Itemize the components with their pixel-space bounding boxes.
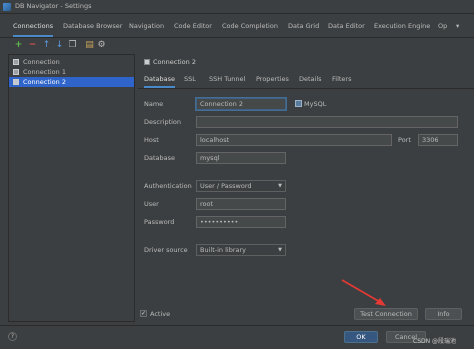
connection-icon <box>13 59 19 65</box>
user-field[interactable]: root <box>196 198 286 210</box>
list-item-connection[interactable]: Connection <box>9 57 134 67</box>
host-label: Host <box>144 136 159 144</box>
active-checkbox[interactable]: ✓ <box>140 310 147 317</box>
authentication-select[interactable]: User / Password ▼ <box>196 180 286 192</box>
database-type-label: MySQL <box>304 100 327 108</box>
settings-icon[interactable]: ⚙ <box>97 41 106 50</box>
tab-data-grid[interactable]: Data Grid <box>288 16 319 37</box>
list-item-connection-2[interactable]: Connection 2 <box>9 77 134 87</box>
connection-icon <box>144 59 150 65</box>
database-field[interactable]: mysql <box>196 152 286 164</box>
host-field[interactable]: localhost <box>196 134 392 146</box>
port-label: Port <box>398 136 411 144</box>
copy-icon[interactable]: ❐ <box>68 41 77 50</box>
description-field[interactable] <box>196 116 458 128</box>
title-bar: DB Navigator - Settings <box>0 0 474 14</box>
tab-code-completion[interactable]: Code Completion <box>222 16 278 37</box>
move-up-icon[interactable]: ↑ <box>42 41 51 50</box>
connection-title: Connection 2 <box>153 58 196 66</box>
database-label: Database <box>144 154 176 162</box>
connection-subtabs: Database SSL SSH Tunnel Properties Detai… <box>138 71 474 89</box>
watermark: CSDN @段瑞池 <box>413 338 457 345</box>
footer-divider <box>0 325 474 326</box>
chevron-down-icon: ▼ <box>278 183 282 189</box>
tab-database[interactable]: Database <box>144 71 176 88</box>
tab-ssl[interactable]: SSL <box>184 71 196 88</box>
settings-tabs: Connections Database Browser Navigation … <box>0 16 474 38</box>
description-label: Description <box>144 118 182 126</box>
active-label: Active <box>150 310 171 318</box>
tab-navigation[interactable]: Navigation <box>129 16 164 37</box>
tab-data-editor[interactable]: Data Editor <box>328 16 365 37</box>
help-icon[interactable]: ? <box>8 332 17 341</box>
tab-properties[interactable]: Properties <box>256 71 289 88</box>
connection-icon <box>13 69 19 75</box>
tab-connections[interactable]: Connections <box>13 16 54 37</box>
tab-code-editor[interactable]: Code Editor <box>174 16 212 37</box>
authentication-label: Authentication <box>144 182 192 190</box>
test-connection-button[interactable]: Test Connection <box>354 308 418 320</box>
tab-filters[interactable]: Filters <box>332 71 351 88</box>
connection-icon <box>13 79 19 85</box>
ok-button[interactable]: OK <box>344 331 378 343</box>
window-title: DB Navigator - Settings <box>15 2 92 10</box>
chevron-down-icon: ▼ <box>278 247 282 253</box>
mysql-icon <box>295 100 302 107</box>
list-item-connection-1[interactable]: Connection 1 <box>9 67 134 77</box>
authentication-value: User / Password <box>200 182 252 190</box>
connection-header: Connection 2 <box>138 56 474 69</box>
port-field[interactable]: 3306 <box>418 134 458 146</box>
driver-source-select[interactable]: Built-in library ▼ <box>196 244 286 256</box>
password-label: Password <box>144 218 175 226</box>
move-down-icon[interactable]: ↓ <box>55 41 64 50</box>
paste-icon[interactable]: ▤ <box>85 41 94 50</box>
tab-database-browser[interactable]: Database Browser <box>63 16 122 37</box>
connections-list: Connection Connection 1 Connection 2 <box>8 54 135 322</box>
name-label: Name <box>144 100 164 108</box>
user-label: User <box>144 200 159 208</box>
tab-ssh-tunnel[interactable]: SSH Tunnel <box>209 71 245 88</box>
driver-source-label: Driver source <box>144 246 188 254</box>
tabs-overflow-icon[interactable]: ▾ <box>456 16 459 37</box>
list-item-label: Connection 1 <box>23 68 66 76</box>
connections-toolbar: + − ↑ ↓ ❐ ▤ ⚙ <box>0 38 137 54</box>
app-icon <box>3 3 11 11</box>
remove-icon[interactable]: − <box>28 41 37 50</box>
driver-source-value: Built-in library <box>200 246 246 254</box>
tab-execution-engine[interactable]: Execution Engine <box>374 16 430 37</box>
tab-details[interactable]: Details <box>299 71 322 88</box>
tab-op[interactable]: Op <box>438 16 447 37</box>
add-icon[interactable]: + <box>14 41 23 50</box>
list-item-label: Connection <box>23 58 60 66</box>
info-button[interactable]: Info <box>425 308 462 320</box>
name-field[interactable]: Connection 2 <box>196 98 286 110</box>
password-field[interactable]: •••••••••• <box>196 216 286 228</box>
list-item-label: Connection 2 <box>23 78 66 86</box>
